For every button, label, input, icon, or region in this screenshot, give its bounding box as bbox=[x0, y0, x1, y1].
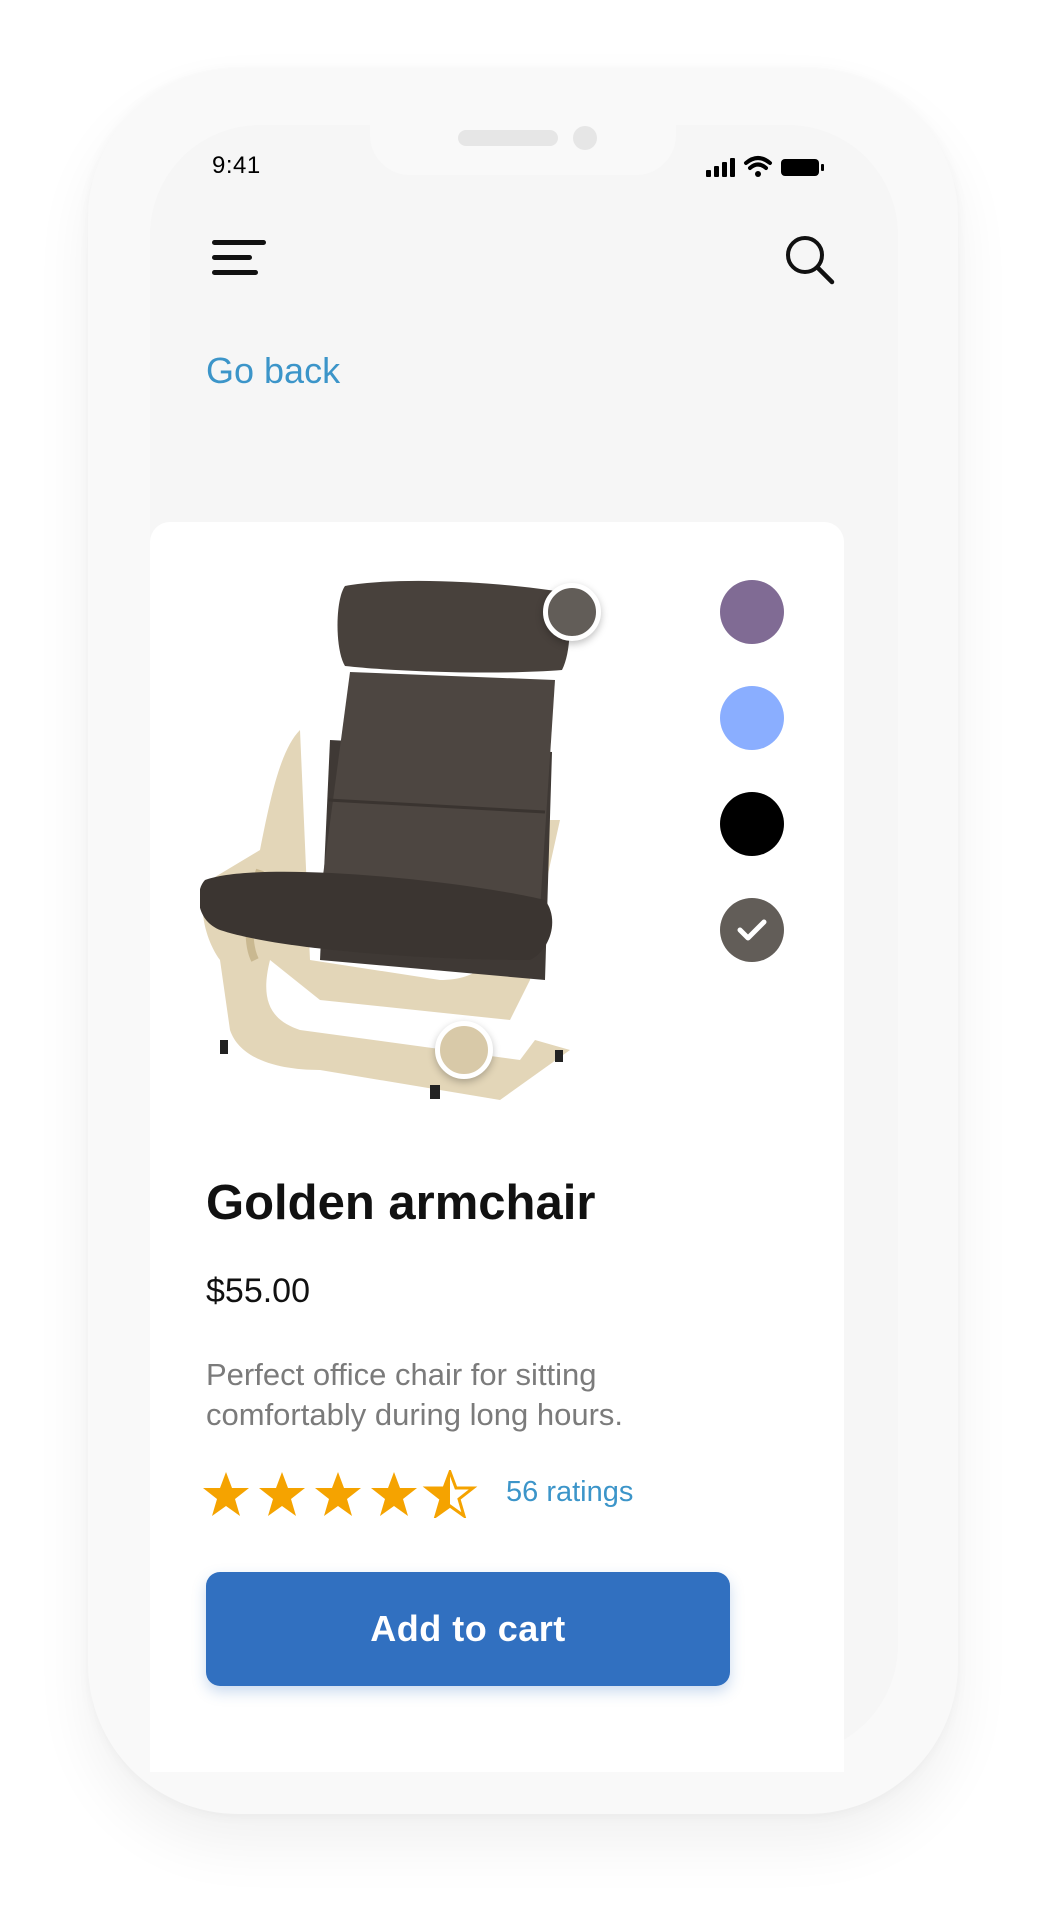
speaker-grille bbox=[458, 130, 558, 146]
color-swatch-brown-selected[interactable] bbox=[720, 898, 784, 962]
hotspot-frame-color[interactable] bbox=[435, 1021, 493, 1079]
product-price: $55.00 bbox=[206, 1272, 310, 1310]
search-button[interactable] bbox=[780, 230, 840, 290]
go-back-link[interactable]: Go back bbox=[206, 350, 340, 392]
color-swatch-purple[interactable] bbox=[720, 580, 784, 644]
color-swatch-black[interactable] bbox=[720, 792, 784, 856]
product-title: Golden armchair bbox=[206, 1176, 596, 1230]
product-description: Perfect office chair for sitting comfort… bbox=[206, 1357, 624, 1432]
search-icon bbox=[786, 236, 835, 285]
rating-stars bbox=[203, 1470, 475, 1518]
menu-button[interactable] bbox=[208, 234, 270, 284]
star-icon bbox=[371, 1472, 417, 1516]
ratings-count-link[interactable]: 56 ratings bbox=[506, 1476, 633, 1509]
wifi-icon bbox=[744, 156, 772, 177]
star-icon bbox=[315, 1472, 361, 1516]
battery-icon bbox=[781, 159, 824, 176]
star-icon bbox=[425, 1470, 475, 1518]
check-icon bbox=[720, 898, 784, 962]
star-icon bbox=[259, 1472, 305, 1516]
add-to-cart-button[interactable]: Add to cart bbox=[206, 1572, 730, 1686]
status-time: 9:41 bbox=[212, 152, 261, 179]
hotspot-cushion-color[interactable] bbox=[543, 583, 601, 641]
star-icon bbox=[203, 1472, 249, 1516]
cellular-signal-icon bbox=[706, 158, 735, 177]
front-camera bbox=[573, 126, 597, 150]
color-swatch-blue[interactable] bbox=[720, 686, 784, 750]
status-icons bbox=[706, 156, 824, 177]
product-image-armchair bbox=[200, 580, 570, 1100]
hamburger-menu-icon bbox=[212, 240, 266, 275]
